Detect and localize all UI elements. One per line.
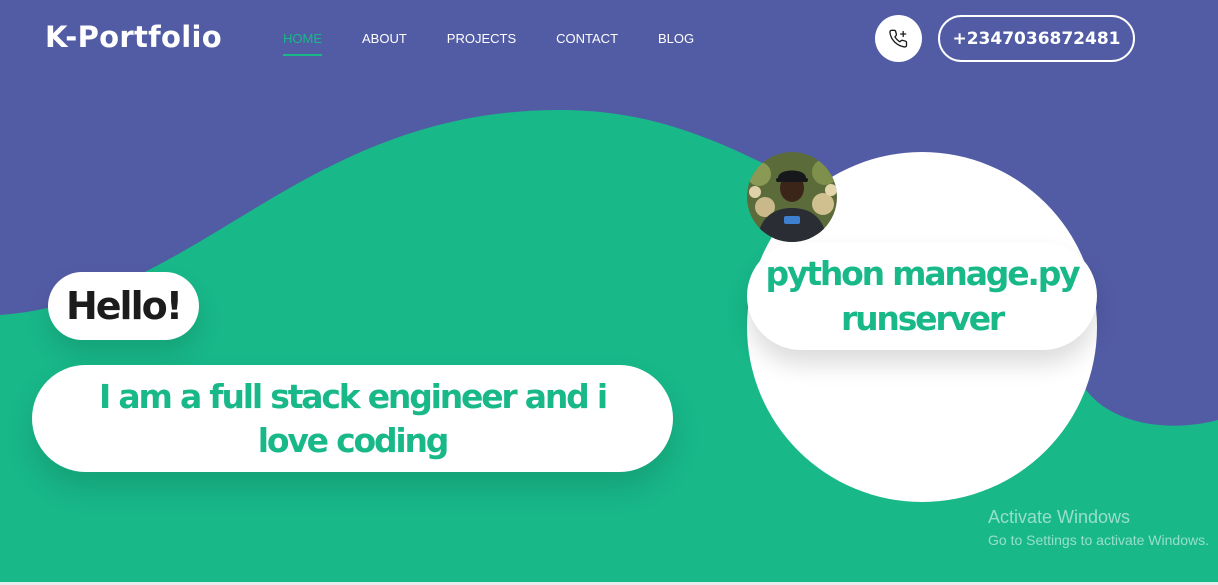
code-bubble: python manage.py runserver [747, 242, 1097, 350]
greeting-text: Hello! [65, 284, 183, 328]
nav-home[interactable]: HOME [283, 31, 322, 56]
call-button[interactable] [875, 15, 922, 62]
code-snippet-text: python manage.py runserver [765, 254, 1081, 338]
site-logo[interactable]: K-Portfolio [45, 20, 222, 54]
phone-call-icon [888, 29, 907, 48]
windows-activation-watermark: Activate Windows Go to Settings to activ… [988, 506, 1209, 552]
portfolio-page: K-Portfolio HOME ABOUT PROJECTS CONTACT … [0, 0, 1218, 585]
profile-avatar [747, 152, 837, 242]
watermark-title: Activate Windows [988, 507, 1131, 527]
watermark-subtitle: Go to Settings to activate Windows. [988, 532, 1209, 548]
nav-about[interactable]: ABOUT [362, 31, 407, 56]
tagline-bubble: I am a full stack engineer and i love co… [32, 365, 673, 472]
main-nav: HOME ABOUT PROJECTS CONTACT BLOG [283, 31, 734, 56]
nav-contact[interactable]: CONTACT [556, 31, 618, 56]
phone-number-button[interactable]: +2347036872481 [938, 15, 1135, 62]
profile-photo [747, 152, 837, 242]
nav-blog[interactable]: BLOG [658, 31, 694, 56]
greeting-bubble: Hello! [48, 272, 199, 340]
nav-projects[interactable]: PROJECTS [447, 31, 516, 56]
tagline-text: I am a full stack engineer and i love co… [99, 376, 608, 460]
